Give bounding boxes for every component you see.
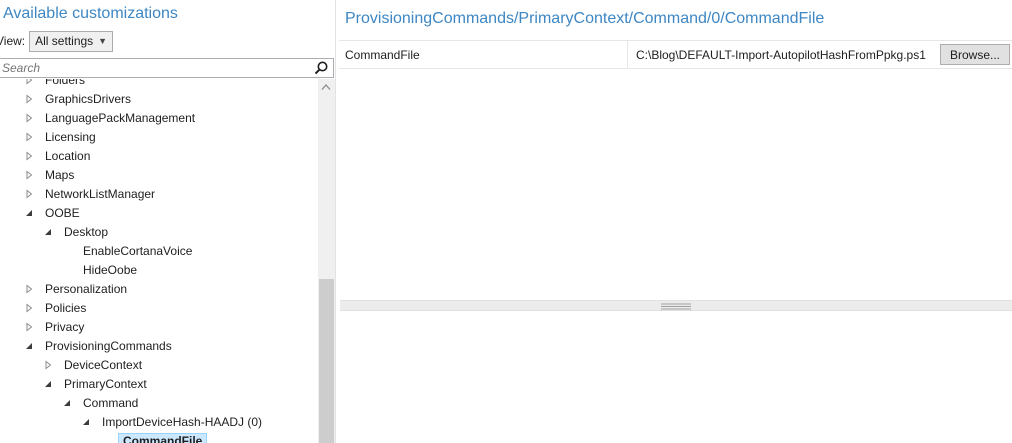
tree-item-label: HideOobe	[83, 262, 138, 277]
tree-item-label: Desktop	[64, 224, 109, 239]
tree-item[interactable]: Licensing	[24, 127, 99, 146]
collapsed-triangle-icon[interactable]	[24, 93, 34, 104]
expanded-triangle-icon[interactable]	[81, 417, 91, 427]
collapsed-triangle-icon[interactable]	[24, 131, 34, 142]
collapsed-triangle-icon[interactable]	[24, 302, 34, 313]
tree-item[interactable]: OOBE	[24, 203, 83, 222]
collapsed-triangle-icon[interactable]	[24, 112, 34, 123]
collapsed-triangle-icon[interactable]	[24, 188, 34, 199]
view-dropdown[interactable]: All settings ▼	[29, 30, 114, 52]
tree-item-label: NetworkListManager	[45, 186, 156, 201]
tree-item[interactable]: Desktop	[43, 222, 111, 241]
tree-item[interactable]: Folders	[24, 79, 88, 89]
tree-item[interactable]: Maps	[24, 165, 77, 184]
collapsed-triangle-icon[interactable]	[24, 321, 34, 332]
tree-item[interactable]: ImportDeviceHash-HAADJ (0)	[81, 412, 265, 431]
tree-item[interactable]: CommandFile	[100, 431, 208, 443]
tree-item[interactable]: LanguagePackManagement	[24, 108, 198, 127]
expanded-triangle-icon[interactable]	[62, 398, 72, 408]
tree-item-label: Licensing	[45, 129, 96, 144]
tree-item-label: Personalization	[45, 281, 128, 296]
tree-item[interactable]: Location	[24, 146, 93, 165]
tree-item[interactable]: PrimaryContext	[43, 374, 150, 393]
collapsed-triangle-icon[interactable]	[24, 169, 34, 180]
search-box	[0, 58, 334, 78]
scrollbar-thumb[interactable]	[319, 279, 334, 443]
tree-item-label: Policies	[45, 300, 87, 315]
search-input[interactable]	[2, 60, 302, 76]
setting-path-title: ProvisioningCommands/PrimaryContext/Comm…	[345, 10, 825, 27]
collapsed-triangle-icon[interactable]	[43, 359, 53, 370]
tree-item-label: Folders	[45, 79, 86, 87]
tree-item-label: LanguagePackManagement	[45, 110, 196, 125]
expanded-triangle-icon[interactable]	[24, 341, 34, 351]
tree-item[interactable]: Personalization	[24, 279, 130, 298]
scroll-up-icon[interactable]	[321, 83, 331, 91]
tree-item[interactable]: EnableCortanaVoice	[62, 241, 195, 260]
panel-title: Available customizations	[3, 5, 178, 22]
tree-item-label: CommandFile	[118, 432, 208, 443]
expanded-triangle-icon[interactable]	[24, 208, 34, 218]
view-selected-value: All settings	[35, 34, 94, 48]
tree-item-label: DeviceContext	[64, 357, 143, 372]
browse-button[interactable]: Browse...	[940, 44, 1010, 65]
expanded-triangle-icon[interactable]	[43, 379, 53, 389]
tree-item-label: Location	[45, 148, 91, 163]
pane-splitter[interactable]	[340, 300, 1012, 311]
tree-item-label: ImportDeviceHash-HAADJ (0)	[102, 414, 263, 429]
collapsed-triangle-icon[interactable]	[24, 283, 34, 294]
settings-panel: ProvisioningCommands/PrimaryContext/Comm…	[337, 0, 1012, 443]
view-label: View:	[0, 34, 26, 48]
collapsed-triangle-icon[interactable]	[24, 79, 34, 85]
search-icon[interactable]	[313, 60, 329, 76]
tree-item-label: GraphicsDrivers	[45, 91, 132, 106]
tree-scrollbar[interactable]	[318, 79, 335, 443]
expanded-triangle-icon[interactable]	[43, 227, 53, 237]
tree-item-label: Maps	[45, 167, 75, 182]
chevron-down-icon: ▼	[98, 36, 108, 46]
view-filter: View: All settings ▼	[0, 30, 114, 52]
collapsed-triangle-icon[interactable]	[24, 150, 34, 161]
tree-item[interactable]: Policies	[24, 298, 89, 317]
setting-value-field[interactable]: C:\Blog\DEFAULT-Import-AutopilotHashFrom…	[636, 48, 926, 62]
tree-item[interactable]: Privacy	[24, 317, 87, 336]
tree-item[interactable]: ProvisioningCommands	[24, 336, 175, 355]
tree-item[interactable]: GraphicsDrivers	[24, 89, 134, 108]
splitter-grip-icon	[661, 303, 691, 310]
setting-name: CommandFile	[345, 48, 420, 62]
customizations-panel: Available customizations View: All setti…	[0, 0, 336, 443]
setting-row: CommandFile C:\Blog\DEFAULT-Import-Autop…	[339, 40, 1012, 69]
tree-item-label: Command	[83, 395, 139, 410]
column-divider	[627, 41, 628, 68]
tree-item[interactable]: Command	[62, 393, 141, 412]
tree-item-label: EnableCortanaVoice	[83, 243, 193, 258]
tree-item[interactable]: DeviceContext	[43, 355, 145, 374]
tree-item[interactable]: NetworkListManager	[24, 184, 158, 203]
tree-item-label: Privacy	[45, 319, 85, 334]
tree-item-label: OOBE	[45, 205, 80, 220]
tree-item[interactable]: HideOobe	[62, 260, 140, 279]
settings-tree: Folders GraphicsDrivers LanguagePackManage…	[0, 79, 318, 443]
tree-item-label: PrimaryContext	[64, 376, 147, 391]
tree-item-label: ProvisioningCommands	[45, 338, 172, 353]
